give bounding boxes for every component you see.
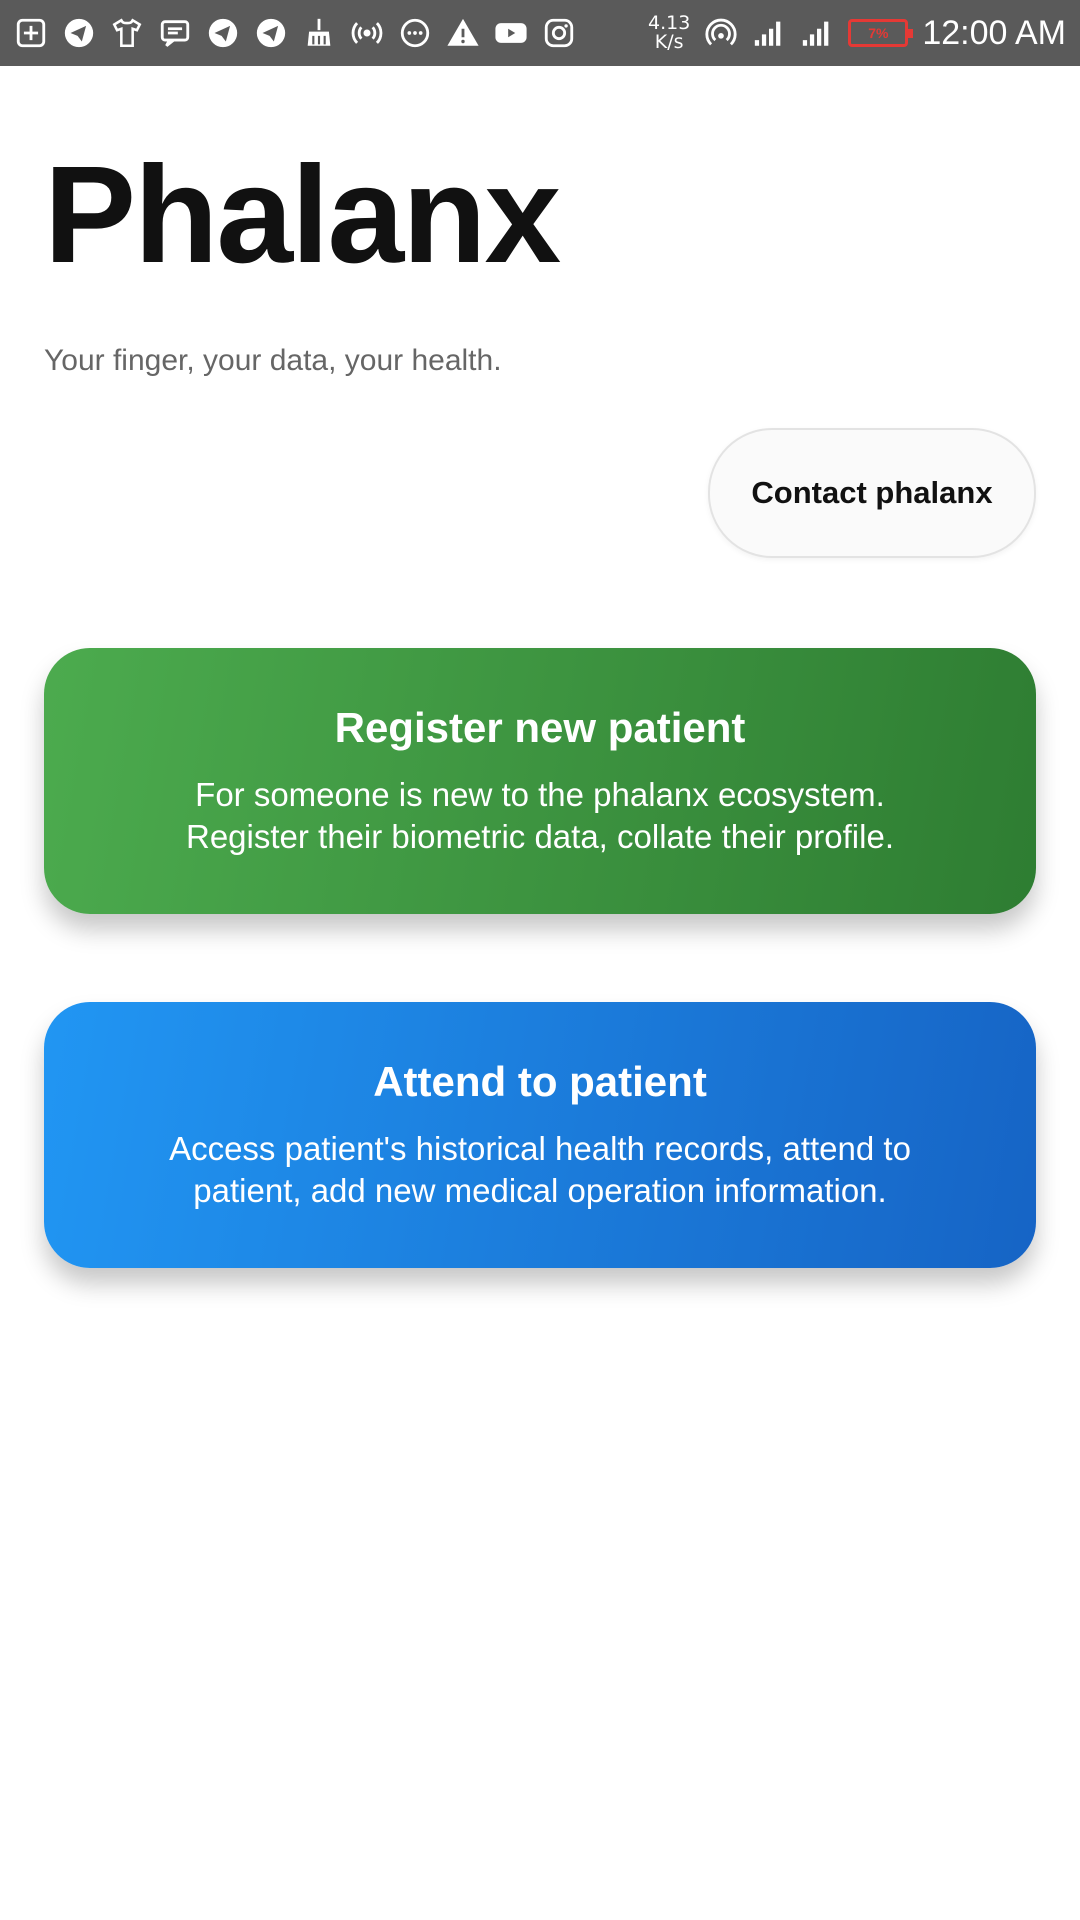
register-card-title: Register new patient xyxy=(334,704,746,751)
youtube-icon xyxy=(494,16,528,50)
contact-phalanx-label: Contact phalanx xyxy=(751,475,993,510)
warning-icon xyxy=(446,16,480,50)
system-indicators: 4.13 K/s 7% 12:00 AM xyxy=(648,14,1066,53)
telegram-icon xyxy=(206,16,240,50)
battery-icon: 7% xyxy=(848,19,914,47)
notification-icons xyxy=(14,16,576,50)
hotspot-icon xyxy=(704,16,738,50)
hotspot-icon xyxy=(350,16,384,50)
status-bar: 4.13 K/s 7% 12:00 AM xyxy=(0,0,1080,66)
contact-phalanx-button[interactable]: Contact phalanx xyxy=(708,428,1036,558)
app-title: Phalanx xyxy=(44,138,561,292)
signal-icon xyxy=(752,16,786,50)
instagram-icon xyxy=(542,16,576,50)
attend-to-patient-card[interactable]: Attend to patient Access patient's histo… xyxy=(44,1002,1036,1268)
register-new-patient-card[interactable]: Register new patient For someone is new … xyxy=(44,648,1036,914)
signal-icon xyxy=(800,16,834,50)
chat-bubble-icon xyxy=(398,16,432,50)
register-card-description: For someone is new to the phalanx ecosys… xyxy=(186,776,894,855)
battery-percent: 7% xyxy=(868,25,889,41)
app-tagline: Your finger, your data, your health. xyxy=(44,344,502,377)
network-speed: 4.13 K/s xyxy=(648,14,690,52)
telegram-icon xyxy=(62,16,96,50)
network-speed-unit: K/s xyxy=(654,31,684,53)
message-icon xyxy=(158,16,192,50)
attend-card-title: Attend to patient xyxy=(373,1058,707,1105)
status-time: 12:00 AM xyxy=(922,13,1066,52)
attend-card-description: Access patient's historical health recor… xyxy=(169,1130,911,1209)
broom-icon xyxy=(302,16,336,50)
tshirt-icon xyxy=(110,16,144,50)
telegram-icon xyxy=(254,16,288,50)
add-box-icon xyxy=(14,16,48,50)
